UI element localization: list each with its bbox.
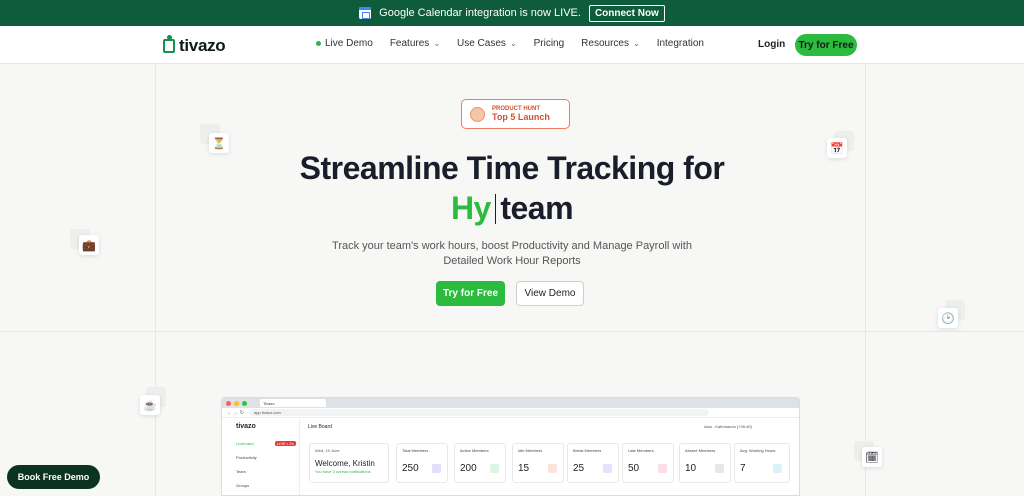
stat-value: 7 bbox=[740, 463, 746, 474]
stat-value: 10 bbox=[685, 463, 697, 474]
unread-text: You have 3 unread notifications bbox=[315, 469, 371, 474]
google-calendar-icon bbox=[359, 7, 372, 19]
browser-tab: Tivazo bbox=[260, 399, 326, 407]
calendar-icon: 📅 bbox=[827, 138, 847, 158]
nav-arrows-icon: ← → ↻ bbox=[227, 409, 244, 416]
typing-cursor bbox=[494, 193, 497, 224]
maximize-dot-icon bbox=[242, 400, 247, 406]
stat-value: 15 bbox=[518, 463, 530, 474]
stat-value: 200 bbox=[460, 463, 477, 474]
sidebar-item-groups: Groups bbox=[236, 483, 250, 488]
stat-label: Absent Members bbox=[685, 448, 716, 453]
app-sidebar: tivazo Liveboard LIVE • 24 Productivity … bbox=[222, 419, 300, 495]
app-page-title: Live Board bbox=[308, 424, 332, 430]
sidebar-item-productivity: Productivity bbox=[236, 455, 257, 460]
book-free-demo-button[interactable]: Book Free Demo bbox=[7, 465, 100, 489]
typed-word: Hy bbox=[450, 190, 491, 226]
stat-card: Idle Members 15 bbox=[512, 443, 564, 483]
briefcase-icon: 💼 bbox=[79, 235, 99, 255]
tea-cup-icon: ☕ bbox=[140, 395, 160, 415]
stat-card: Total Members 250 bbox=[396, 443, 448, 483]
stat-card: Absent Members 10 bbox=[679, 443, 731, 483]
announcement-bar: Google Calendar integration is now LIVE.… bbox=[0, 0, 1024, 26]
nav-integration[interactable]: Integration bbox=[657, 38, 704, 49]
minimize-dot-icon bbox=[234, 400, 239, 406]
hourglass-icon: ⏳ bbox=[209, 133, 229, 153]
stat-value: 250 bbox=[402, 463, 419, 474]
logo-mark-icon bbox=[163, 35, 175, 53]
welcome-card: Wed, 19 June Welcome, Kristin You have 3… bbox=[309, 443, 389, 483]
stat-card: Late Members 50 bbox=[622, 443, 674, 483]
stat-card: Break Members 25 bbox=[567, 443, 619, 483]
stat-label: Late Members bbox=[628, 448, 654, 453]
tivazo-logo[interactable]: tivazo bbox=[163, 35, 226, 56]
clock-icon: 🕑 bbox=[938, 308, 958, 328]
chevron-down-icon: ⌄ bbox=[632, 39, 640, 48]
medal-icon bbox=[470, 106, 485, 122]
stat-label: Avg. Working Hours bbox=[740, 448, 776, 453]
stat-card: Avg. Working Hours 7 bbox=[734, 443, 790, 483]
chevron-down-icon: ⌄ bbox=[433, 39, 440, 48]
hero-subtitle-1: Track your team's work hours, boost Prod… bbox=[332, 240, 692, 252]
stat-label: Active Members bbox=[460, 448, 489, 453]
live-dot-icon bbox=[316, 41, 321, 46]
try-for-free-hero-button[interactable]: Try for Free bbox=[436, 281, 505, 306]
badge-title: Top 5 Launch bbox=[492, 112, 550, 122]
stat-label: Break Members bbox=[573, 448, 602, 453]
stat-label: Idle Members bbox=[518, 448, 543, 453]
nav-links: Live Demo Features ⌄ Use Cases ⌄ Pricing R… bbox=[316, 38, 704, 49]
app-timezone: Asia - Kathmandu (+05:45) bbox=[704, 424, 752, 429]
grid-line bbox=[155, 64, 156, 496]
late-icon bbox=[658, 464, 667, 473]
welcome-date: Wed, 19 June bbox=[315, 448, 340, 453]
app-logo: tivazo bbox=[236, 423, 256, 430]
logo-text: tivazo bbox=[179, 36, 226, 55]
product-hunt-badge[interactable]: PRODUCT HUNT Top 5 Launch bbox=[461, 99, 570, 129]
browser-tab-strip: Tivazo bbox=[222, 398, 799, 408]
sidebar-item-team: Team bbox=[236, 469, 246, 474]
absent-icon bbox=[715, 464, 724, 473]
chevron-down-icon: ⌄ bbox=[509, 39, 517, 48]
try-for-free-nav-button[interactable]: Try for Free bbox=[795, 34, 857, 56]
idle-icon bbox=[548, 464, 557, 473]
nav-resources[interactable]: Resources ⌄ bbox=[581, 38, 640, 49]
users-icon bbox=[432, 464, 441, 473]
url-field: app.tivazo.com bbox=[248, 409, 709, 416]
hero-title-team: team bbox=[500, 190, 574, 226]
hero-subtitle-2: Detailed Work Hour Reports bbox=[443, 255, 581, 267]
active-icon bbox=[490, 464, 499, 473]
hero-title-line1: Streamline Time Tracking for bbox=[299, 150, 725, 186]
close-dot-icon bbox=[226, 400, 231, 406]
nav-pricing[interactable]: Pricing bbox=[534, 38, 565, 49]
announcement-text: Google Calendar integration is now LIVE. bbox=[379, 7, 581, 19]
welcome-text: Welcome, Kristin bbox=[315, 459, 375, 468]
stat-value: 25 bbox=[573, 463, 585, 474]
top-nav: tivazo Live Demo Features ⌄ Use Cases ⌄ Pr… bbox=[0, 26, 1024, 64]
nav-features[interactable]: Features ⌄ bbox=[390, 38, 440, 49]
browser-url-bar: ← → ↻ app.tivazo.com bbox=[222, 408, 799, 418]
hero-title-line2: Hy team bbox=[0, 190, 1024, 227]
stat-card: Active Members 200 bbox=[454, 443, 506, 483]
break-icon bbox=[603, 464, 612, 473]
app-preview: Tivazo ← → ↻ app.tivazo.com tivazo Liveb… bbox=[221, 397, 800, 496]
grid-line bbox=[0, 331, 1024, 332]
sidebar-item-liveboard: Liveboard bbox=[236, 441, 254, 446]
connect-now-button[interactable]: Connect Now bbox=[588, 4, 665, 22]
nav-live-demo[interactable]: Live Demo bbox=[316, 38, 373, 49]
grid-line bbox=[865, 64, 866, 496]
view-demo-button[interactable]: View Demo bbox=[516, 281, 584, 306]
stat-label: Total Members bbox=[402, 448, 429, 453]
nav-use-cases[interactable]: Use Cases ⌄ bbox=[457, 38, 517, 49]
hours-icon bbox=[773, 464, 782, 473]
login-link[interactable]: Login bbox=[758, 39, 785, 50]
calendar-icon-2: 🗓 bbox=[862, 447, 882, 467]
stat-value: 50 bbox=[628, 463, 640, 474]
live-badge: LIVE • 24 bbox=[275, 441, 296, 446]
